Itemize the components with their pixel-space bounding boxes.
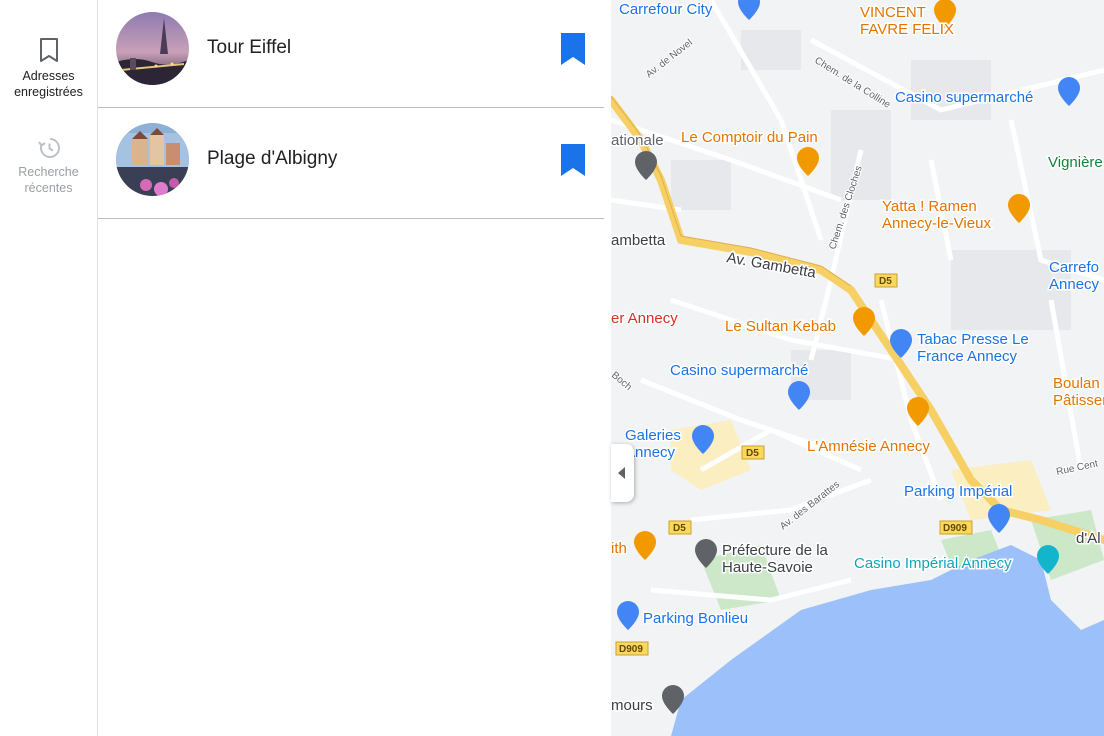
nav-recent-searches[interactable]: Recherche récentes — [0, 136, 97, 196]
map-label: Le Sultan Kebab — [725, 318, 836, 335]
map-label: L'Amnésie Annecy — [807, 438, 930, 455]
civic-pin-icon — [635, 151, 657, 180]
road-shield-label: D5 — [746, 448, 759, 459]
map-label: Casino supermarché — [670, 362, 808, 379]
map-label: er Annecy — [611, 310, 678, 327]
place-title[interactable]: Tour Eiffel — [207, 37, 291, 59]
place-thumbnail — [116, 12, 189, 85]
shop-pin-icon — [788, 381, 810, 410]
place-thumbnail — [116, 123, 189, 196]
map-label: BoulanPâtisserie Pan & — [1053, 375, 1104, 409]
road-shield-label: D909 — [619, 644, 643, 655]
map-label: ith — [611, 540, 627, 557]
bookmark-filled-icon[interactable] — [560, 143, 586, 177]
map-label: Préfecture de la Haute-Savoie — [722, 542, 829, 576]
road-shield-label: D5 — [673, 523, 686, 534]
map-label: Carrefo Annecy — [1049, 259, 1100, 293]
bookmark-filled-icon[interactable] — [560, 32, 586, 66]
place-title[interactable]: Plage d'Albigny — [207, 148, 337, 170]
navigation-rail: Adresses enregistrées Recherche récentes — [0, 0, 98, 736]
restaurant-pin-icon — [634, 531, 656, 560]
map-label: d'Al — [1076, 530, 1101, 547]
street-label: Av. de Novel — [644, 37, 695, 80]
shop-pin-icon — [738, 0, 760, 20]
map-view[interactable]: D5 D5 D5 D909 D909 Carrefour City VINCEN… — [611, 0, 1104, 736]
street-label: Av. des Barattes — [778, 479, 842, 532]
map-label: Parking Impérial — [904, 483, 1012, 500]
parking-pin-icon — [617, 601, 639, 630]
road-shield-label: D5 — [879, 276, 892, 287]
nav-recent-searches-label: Recherche récentes — [18, 165, 79, 195]
street-label: Boch — [611, 370, 634, 393]
parking-pin-icon — [988, 504, 1010, 533]
restaurant-pin-icon — [853, 307, 875, 336]
map-label: ambetta — [611, 232, 666, 249]
map-label: Carrefour City — [619, 1, 713, 18]
saved-places-panel: Tour Eiffel Plage d'Albigny — [98, 0, 611, 736]
nav-saved-addresses[interactable]: Adresses enregistrées — [0, 36, 97, 100]
map-label: Yatta ! Ramen Annecy-le-Vieux — [882, 198, 991, 232]
map-label: Casino Impérial Annecy — [854, 555, 1012, 572]
map-label: Casino supermarché — [895, 89, 1033, 106]
saved-place-row[interactable]: Tour Eiffel — [98, 0, 604, 108]
history-icon — [37, 138, 60, 158]
restaurant-pin-icon — [1008, 194, 1030, 223]
map-label: Vignière — [1048, 154, 1103, 171]
shop-pin-icon — [1058, 77, 1080, 106]
road-shield-label: D909 — [943, 523, 967, 534]
chevron-left-icon — [618, 467, 625, 479]
map-label: ationale — [611, 132, 664, 149]
map-label: Tabac Presse Le France Annecy — [917, 331, 1029, 365]
bookmark-outline-icon — [39, 38, 58, 62]
map-label: Parking Bonlieu — [643, 610, 748, 627]
saved-place-row[interactable]: Plage d'Albigny — [98, 108, 604, 219]
nav-saved-addresses-label: Adresses enregistrées — [14, 69, 83, 99]
map-label: mours — [611, 697, 653, 714]
collapse-panel-button[interactable] — [611, 444, 634, 502]
map-label: Le Comptoir du Pain — [681, 129, 818, 146]
